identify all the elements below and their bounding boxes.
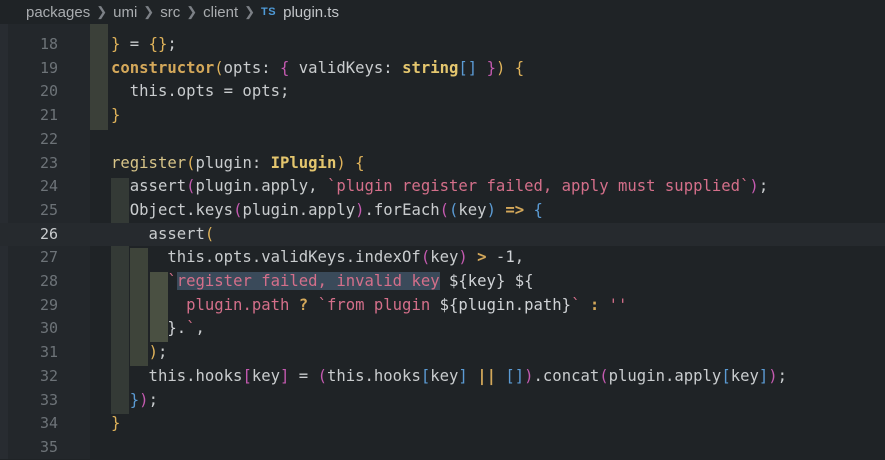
line-number: 27 (39, 248, 58, 267)
code-text[interactable]: `register failed, invalid key ${key} ${ (111, 270, 534, 294)
line-number: 22 (39, 129, 58, 148)
code-line[interactable]: 19 constructor(opts: { validKeys: string[… (0, 57, 885, 81)
code-line[interactable]: 35 (0, 436, 885, 460)
code-text[interactable]: this.opts = opts; (111, 80, 290, 104)
chevron-right-icon: ❯ (244, 4, 256, 19)
chevron-right-icon: ❯ (143, 4, 155, 19)
code-line[interactable]: 32 this.hooks[key] = (this.hooks[key] ||… (0, 365, 885, 389)
breadcrumb-segment[interactable]: client (203, 4, 238, 21)
line-number: 26 (39, 224, 58, 243)
code-line[interactable]: 33 }); (0, 389, 885, 413)
code-line[interactable]: 20 this.opts = opts; (0, 80, 885, 104)
code-text[interactable]: assert(plugin.apply, `plugin register fa… (111, 175, 768, 199)
code-text[interactable]: } (111, 104, 120, 128)
code-line[interactable]: 22 (0, 128, 885, 152)
code-line[interactable]: 30 }.`, (0, 317, 885, 341)
chevron-right-icon: ❯ (96, 4, 108, 19)
line-number: 31 (39, 343, 58, 362)
line-number: 30 (39, 319, 58, 338)
code-text[interactable]: } (111, 412, 120, 436)
code-text[interactable]: register(plugin: IPlugin) { (111, 152, 365, 176)
code-line[interactable]: 18 } = {}; (0, 33, 885, 57)
line-number: 28 (39, 272, 58, 290)
line-number: 18 (39, 35, 58, 53)
line-number: 35 (39, 437, 58, 456)
line-number: 25 (39, 200, 58, 219)
breadcrumb-file[interactable]: plugin.ts (283, 4, 339, 21)
line-number: 29 (39, 295, 58, 314)
line-number: 34 (39, 414, 58, 433)
typescript-file-icon: TS (261, 6, 277, 18)
code-line[interactable]: 28 `register failed, invalid key ${key} … (0, 270, 885, 294)
code-text[interactable]: this.hooks[key] = (this.hooks[key] || []… (111, 365, 788, 389)
code-line[interactable]: 26 assert( (0, 222, 885, 247)
code-line[interactable]: 21} (0, 104, 885, 128)
breadcrumb-segment[interactable]: src (160, 4, 180, 21)
line-number: 33 (39, 390, 58, 409)
code-line[interactable]: 34} (0, 412, 885, 436)
code-text[interactable]: } = {}; (111, 33, 177, 57)
code-text[interactable]: }); (111, 389, 158, 413)
code-text[interactable]: this.opts.validKeys.indexOf(key) > -1, (111, 246, 524, 270)
code-line[interactable]: 25 Object.keys(plugin.apply).forEach((ke… (0, 199, 885, 223)
code-text[interactable]: plugin.path ? `from plugin ${plugin.path… (111, 294, 627, 318)
line-number: 23 (39, 153, 58, 172)
code-text[interactable]: ); (111, 341, 168, 365)
code-line[interactable]: 31 ); (0, 341, 885, 365)
code-text[interactable]: }.`, (111, 317, 205, 341)
line-number: 19 (39, 58, 58, 77)
code-line[interactable]: 27 this.opts.validKeys.indexOf(key) > -1… (0, 246, 885, 270)
code-text[interactable]: Object.keys(plugin.apply).forEach((key) … (111, 199, 543, 223)
code-line[interactable]: 23 register(plugin: IPlugin) { (0, 152, 885, 176)
line-number: 24 (39, 177, 58, 196)
code-line[interactable]: 24 assert(plugin.apply, `plugin register… (0, 175, 885, 199)
chevron-right-icon: ❯ (186, 4, 198, 19)
line-number: 20 (39, 82, 58, 101)
breadcrumb-segment[interactable]: packages (26, 4, 90, 21)
code-text[interactable]: assert( (111, 223, 215, 247)
line-number: 21 (39, 106, 58, 125)
code-line[interactable]: 29 plugin.path ? `from plugin ${plugin.p… (0, 294, 885, 318)
breadcrumb: packages ❯ umi ❯ src ❯ client ❯ TS plugi… (0, 0, 885, 24)
line-number: 32 (39, 366, 58, 385)
code-text[interactable]: constructor(opts: { validKeys: string[] … (111, 57, 524, 81)
breadcrumb-segment[interactable]: umi (113, 4, 137, 21)
